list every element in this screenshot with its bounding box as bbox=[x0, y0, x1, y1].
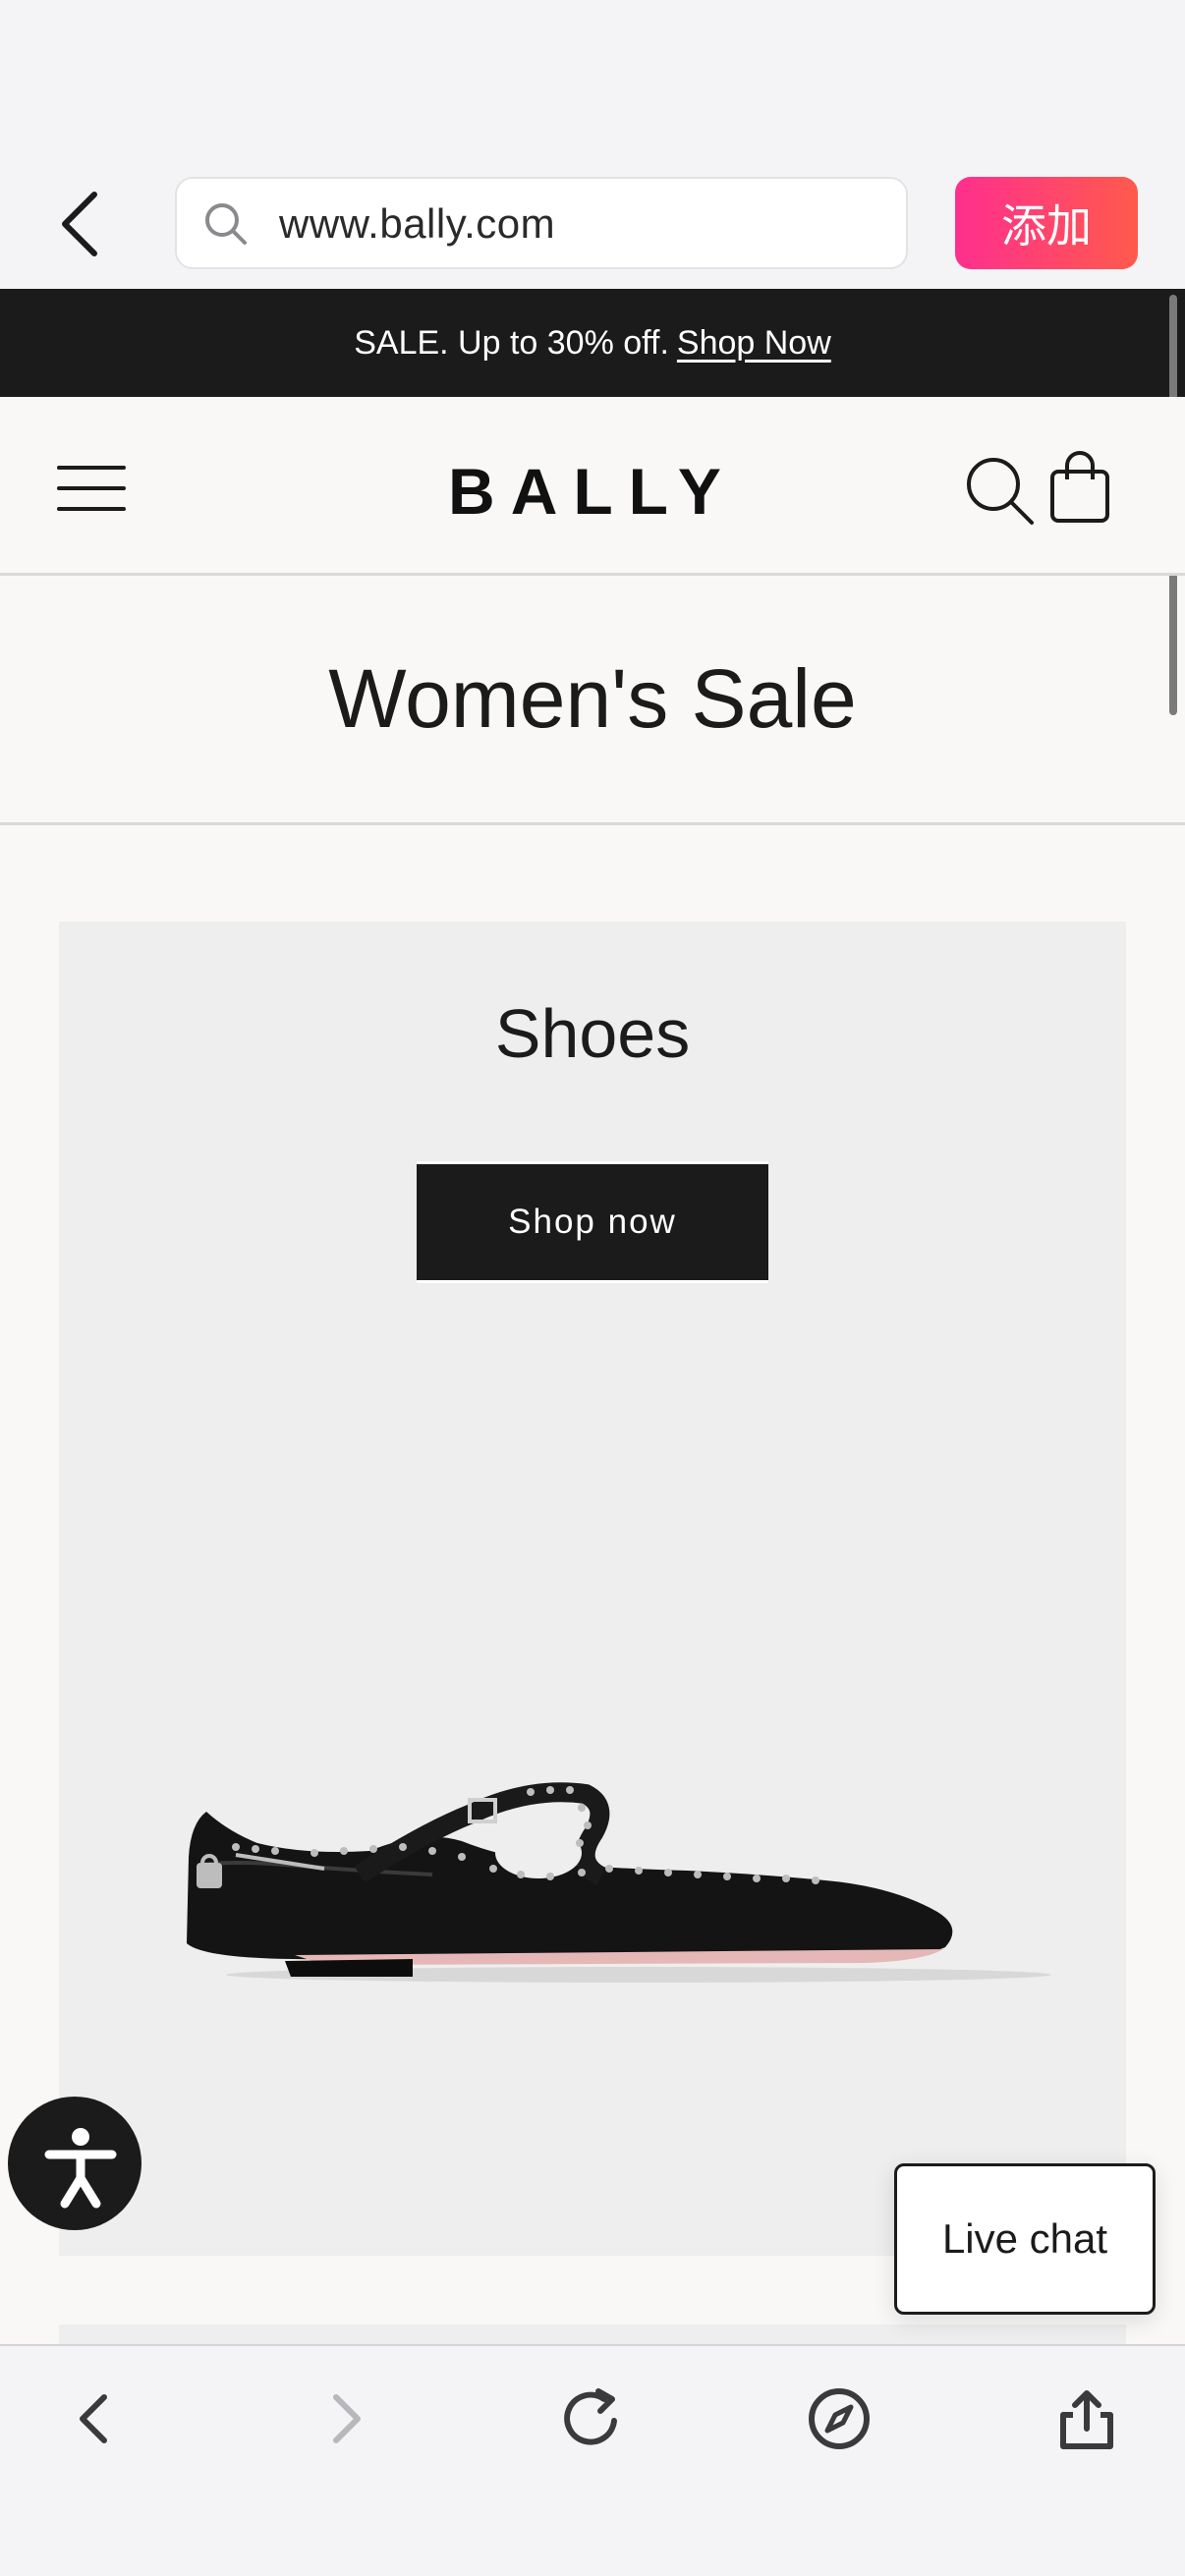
compass-icon[interactable] bbox=[800, 2380, 878, 2458]
live-chat-button[interactable]: Live chat bbox=[894, 2163, 1156, 2315]
url-text: www.bally.com bbox=[279, 200, 556, 247]
shoe-product-image[interactable] bbox=[177, 1747, 1061, 1983]
add-button[interactable]: 添加 bbox=[955, 177, 1138, 269]
url-field[interactable]: www.bally.com bbox=[175, 177, 908, 269]
page-title-section: Women's Sale bbox=[0, 576, 1185, 825]
browser-address-bar: www.bally.com 添加 bbox=[0, 157, 1185, 289]
promo-shop-link[interactable]: Shop Now bbox=[677, 324, 831, 363]
search-icon bbox=[202, 200, 250, 248]
next-category-card[interactable] bbox=[59, 2324, 1126, 2344]
category-card-shoes[interactable]: Shoes Shop now bbox=[59, 922, 1126, 2256]
shopping-bag-icon[interactable] bbox=[1047, 450, 1112, 525]
back-icon[interactable] bbox=[55, 2380, 134, 2458]
shop-now-button[interactable]: Shop now bbox=[417, 1161, 768, 1283]
reload-icon[interactable] bbox=[553, 2380, 632, 2458]
promo-banner: SALE. Up to 30% off. Shop Now bbox=[0, 289, 1185, 397]
accessibility-icon[interactable] bbox=[8, 2097, 141, 2230]
card-title: Shoes bbox=[494, 995, 691, 1072]
site-header: BALLY bbox=[0, 397, 1185, 576]
header-search-icon[interactable] bbox=[963, 454, 1038, 529]
promo-text: SALE. Up to 30% off. bbox=[354, 323, 669, 362]
forward-icon[interactable] bbox=[307, 2380, 385, 2458]
page-title: Women's Sale bbox=[328, 652, 857, 745]
browser-toolbar bbox=[0, 2344, 1185, 2576]
browser-back-chevron-icon[interactable] bbox=[51, 187, 110, 261]
status-bar-area bbox=[0, 0, 1185, 157]
share-icon[interactable] bbox=[1047, 2380, 1126, 2458]
